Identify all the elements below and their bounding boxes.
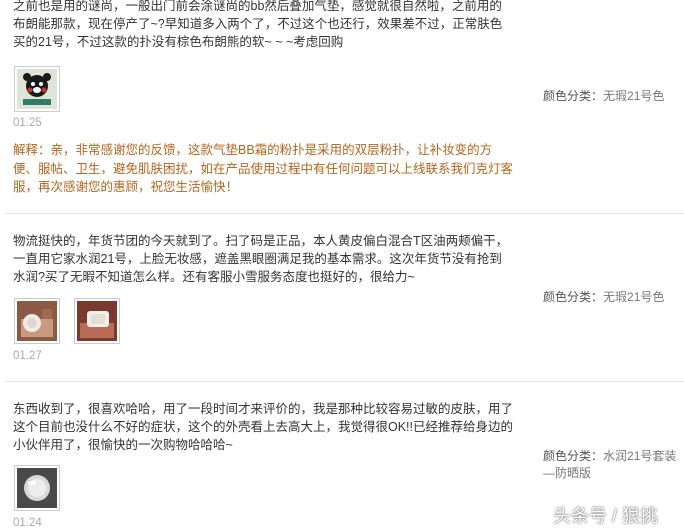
review-images: [14, 465, 60, 511]
sku-label: 颜色分类：: [543, 449, 604, 463]
review-text: 物流挺快的，年货节团的今天就到了。扫了码是正品，本人黄皮偏白混合T区油两颊偏干，…: [13, 234, 509, 284]
review-thumbnail[interactable]: [74, 298, 120, 344]
divider: [5, 381, 684, 382]
review-thumbnail[interactable]: [14, 298, 60, 344]
seller-reply: 解释：亲，非常感谢您的反馈，这款气垫BB霜的粉扑是采用的双层粉扑，让补妆变的方便…: [13, 143, 514, 194]
review-images: [14, 298, 120, 344]
sku-info: 颜色分类：无瑕21号色: [543, 88, 683, 105]
review-date: 01.24: [13, 517, 42, 529]
divider: [5, 213, 684, 214]
review-text: 之前也是用的谜尚，一般出门前会涂谜尚的bb然后叠加气垫，感觉就很自然啦，之前用的…: [13, 0, 503, 49]
sku-label: 颜色分类：: [543, 89, 604, 103]
product-photo-icon: [17, 301, 57, 341]
sku-label: 颜色分类：: [543, 290, 604, 304]
sku-value: 无瑕21号色: [603, 89, 665, 103]
review-date: 01.25: [13, 117, 42, 129]
bear-photo-icon: [17, 69, 57, 109]
review-text: 东西收到了，很喜欢哈哈，用了一段时间才来评价的，我是那种比较容易过敏的皮肤，用了…: [13, 402, 514, 452]
sku-info: 颜色分类：无瑕21号色: [543, 289, 683, 306]
cushion-photo-icon: [17, 468, 57, 508]
watermark: 头条号 / 狠挑: [553, 506, 659, 526]
review-date: 01.27: [13, 350, 42, 362]
sku-info: 颜色分类：水润21号套装—防晒版: [543, 448, 683, 482]
review-thumbnail[interactable]: [14, 465, 60, 511]
review-images: [14, 66, 60, 112]
sku-value: 无瑕21号色: [603, 290, 665, 304]
review-thumbnail[interactable]: [14, 66, 60, 112]
cushion-open-photo-icon: [77, 301, 117, 341]
